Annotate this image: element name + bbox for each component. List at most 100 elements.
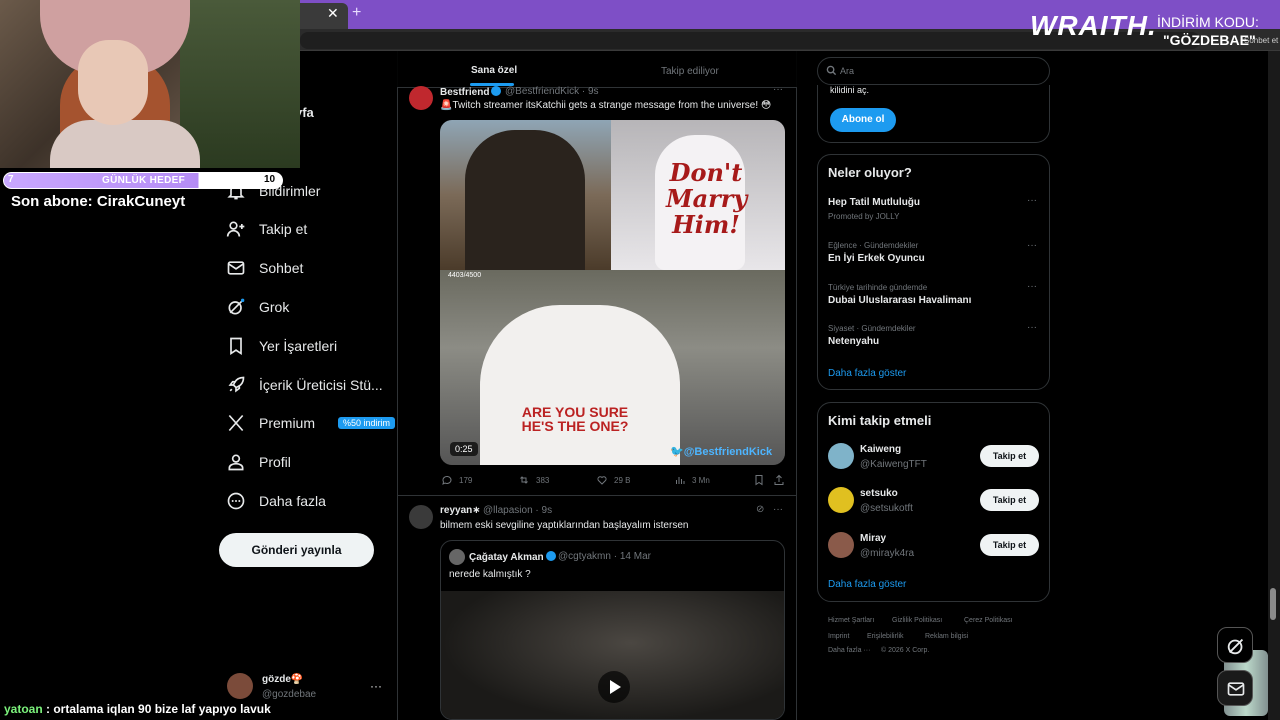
last-subscriber: Son abone: CirakCuneyt [11,193,186,210]
reply-icon [442,475,452,485]
messages-floating-button[interactable] [1217,670,1253,706]
play-icon[interactable] [598,671,630,703]
tweet-author-name[interactable]: Bestfriend [440,86,502,98]
footer-imprint[interactable]: Imprint [828,633,849,640]
trend-name[interactable]: Netenyahu [828,336,879,347]
nav-messages[interactable]: Sohbet [226,253,303,283]
close-tab-icon[interactable]: ✕ [327,5,339,22]
chat-username: yatoan [4,702,43,716]
search-icon [826,65,837,76]
footer-accessibility[interactable]: Erişilebilirlik [867,633,904,640]
avatar[interactable] [828,443,854,469]
x-logo-icon [228,414,244,432]
suggestion-name[interactable]: Kaiweng [860,444,901,455]
suggestion-name[interactable]: setsuko [860,488,898,499]
trend-name[interactable]: En İyi Erkek Oyuncu [828,253,925,264]
media-dress-bottom [480,305,680,465]
trend-meta: Türkiye tarihinde gündemde [828,283,928,292]
footer-copyright: © 2026 X Corp. [881,647,930,654]
nav-follow[interactable]: Takip et [226,214,307,244]
tab-following[interactable]: Takip ediliyor [661,66,719,77]
trends-show-more[interactable]: Daha fazla göster [828,368,906,379]
media-watermark: 🐦@BestfriendKick [670,446,773,458]
share-icon [774,474,784,485]
quoted-tweet[interactable]: Çağatay Akman @cgtyakmn · 14 Mar nerede … [440,540,785,720]
trend-name[interactable]: Hep Tatil Mutluluğu [828,197,920,208]
tweet-avatar[interactable] [409,86,433,110]
tweet-author-handle[interactable]: @llapasion · 9s [483,505,552,516]
suggestion-handle[interactable]: @mirayk4ra [860,548,914,559]
more-circle-icon [227,492,245,510]
tweet-avatar[interactable] [409,505,433,529]
goal-current: 7 [8,174,14,185]
tweet-media[interactable]: Don't Marry Him! ARE YOU SURE HE'S THE O… [440,120,785,465]
avatar[interactable] [828,487,854,513]
heart-icon [597,476,607,485]
subscribe-button[interactable]: Abone ol [830,108,896,132]
person-icon [228,454,244,471]
tab-for-you[interactable]: Sana özel [471,65,517,76]
views-button[interactable]: 3 Mn [674,474,710,486]
sponsor-code-value: "GÖZDEBAE" [1163,32,1256,48]
nav-premium[interactable]: Premium %50 indirim [226,408,396,438]
bookmark-button[interactable] [753,474,765,486]
who-to-follow-show-more[interactable]: Daha fazla göster [828,579,906,590]
nav-profile[interactable]: Profil [226,447,291,477]
suggestion-name[interactable]: Miray [860,533,886,544]
follow-button[interactable]: Takip et [980,445,1039,467]
nav-more[interactable]: Daha fazla [226,486,326,516]
tweet-more-icon[interactable]: ··· [773,84,783,95]
like-button[interactable]: 29 B [596,474,630,486]
trend-more-icon[interactable]: ··· [1027,281,1037,292]
trend-more-icon[interactable]: ··· [1027,240,1037,251]
trend-more-icon[interactable]: ··· [1027,322,1037,333]
subscribe-text: kilidini aç. [830,85,870,95]
nav-bookmarks[interactable]: Yer İşaretleri [226,331,337,361]
repost-button[interactable]: 383 [518,474,549,486]
share-button[interactable] [773,474,785,486]
verified-badge-icon [491,86,502,96]
webcam-overlay [0,0,300,168]
follow-button[interactable]: Takip et [980,534,1039,556]
footer-terms[interactable]: Hizmet Şartları [828,617,874,624]
tweet-more-icon[interactable]: ··· [773,504,783,515]
tweet-divider [398,495,796,496]
account-more-icon[interactable]: ··· [370,679,382,693]
grok-floating-button[interactable] [1217,627,1253,663]
quote-video[interactable] [441,591,784,719]
account-name[interactable]: gözde🍄 [262,674,303,685]
quote-avatar [449,549,465,565]
tweet-author-name[interactable]: reyyan∗ [440,505,481,516]
suggestion-handle[interactable]: @KaiwengTFT [860,459,927,470]
reply-button[interactable]: 179 [441,474,472,486]
footer-more[interactable]: Daha fazla ··· [828,647,870,654]
trend-more-icon[interactable]: ··· [1027,195,1037,206]
tweet-text: bilmem eski sevgiline yaptıklarından baş… [440,520,689,531]
follow-button[interactable]: Takip et [980,489,1039,511]
footer-ads-info[interactable]: Reklam bilgisi [925,633,968,640]
nav-grok[interactable]: Grok [226,292,289,322]
avatar[interactable] [828,532,854,558]
sponsor-code-label: İNDİRİM KODU: [1157,14,1259,30]
footer-cookies[interactable]: Çerez Politikası [964,617,1013,624]
grok-action-icon[interactable]: ⊘ [756,504,764,515]
tweet-author-handle[interactable]: @BestfriendKick · 9s [505,86,599,97]
trend-meta: Siyaset · Gündemdekiler [828,324,916,333]
new-tab-icon[interactable]: + [352,4,361,22]
goal-target: 10 [264,174,276,185]
post-button[interactable]: Gönderi yayınla [219,533,374,567]
scrollbar-thumb[interactable] [1270,588,1276,620]
chat-button-label[interactable]: Sohbet et [1244,36,1278,45]
avatar[interactable] [227,673,253,699]
trend-name[interactable]: Dubai Uluslararası Havalimanı [828,295,971,306]
rocket-icon [228,376,245,393]
media-caption-bottom: ARE YOU SURE HE'S THE ONE? [521,404,629,434]
quote-author-name: Çağatay Akman [469,551,556,563]
nav-creator-studio[interactable]: İçerik Üreticisi Stü... [226,370,383,400]
bookmark-icon [755,475,763,486]
footer-privacy[interactable]: Gizlilik Politikası [892,617,942,624]
account-handle[interactable]: @gozdebae [262,689,316,700]
goal-label: GÜNLÜK HEDEF [102,175,186,186]
suggestion-handle[interactable]: @setsukotft [860,503,913,514]
premium-discount-badge: %50 indirim [338,417,396,429]
